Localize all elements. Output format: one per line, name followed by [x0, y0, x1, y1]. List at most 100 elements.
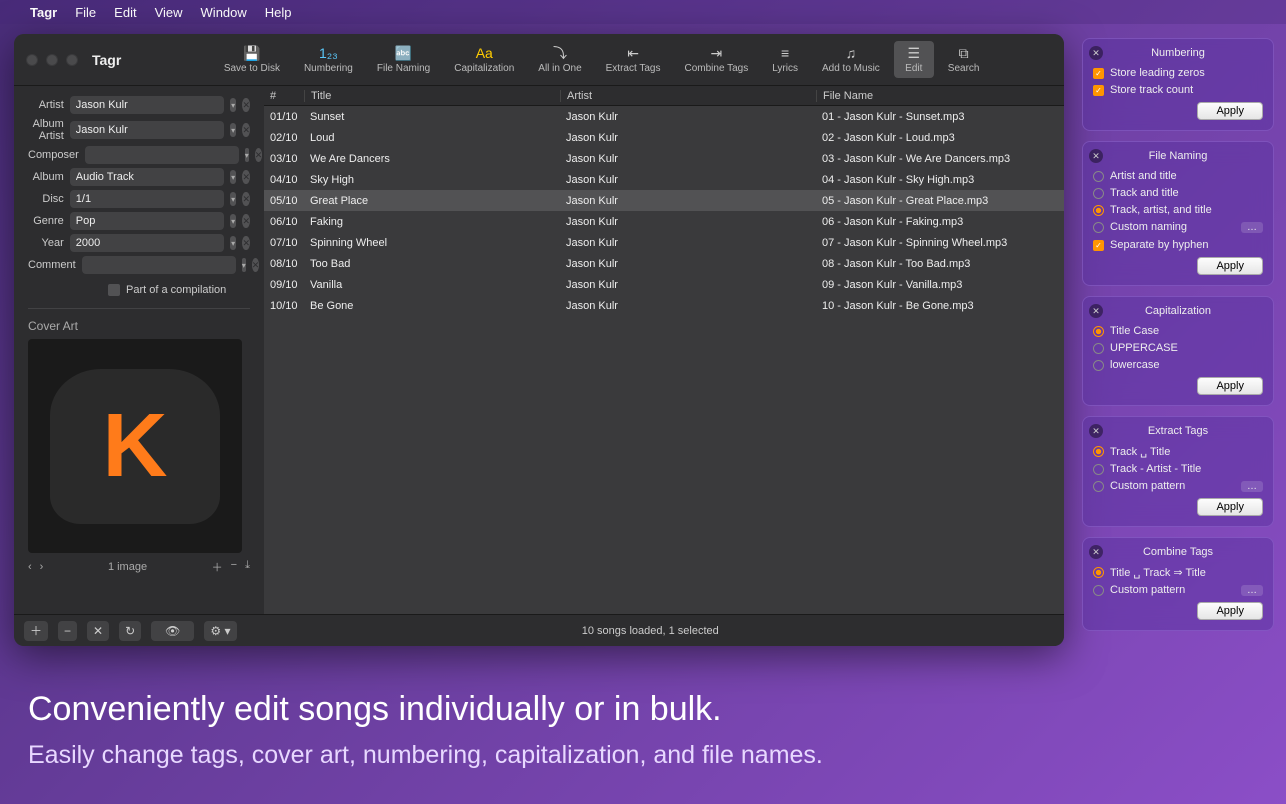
radio-icon[interactable]	[1093, 171, 1104, 182]
tool-save-to-disk[interactable]: 💾Save to Disk	[214, 41, 290, 78]
comment-input[interactable]	[82, 256, 236, 274]
dropdown-icon[interactable]: ▾	[242, 258, 246, 272]
clear-icon[interactable]: ✕	[242, 170, 250, 184]
panel-close-icon[interactable]: ✕	[1089, 424, 1103, 438]
check-row[interactable]: ✓Store leading zeros	[1093, 67, 1263, 79]
radio-icon[interactable]	[1093, 360, 1104, 371]
table-row[interactable]: 02/10 Loud Jason Kulr 02 - Jason Kulr - …	[264, 127, 1064, 148]
cover-export-icon[interactable]: ⤓	[245, 559, 250, 575]
radio-row[interactable]: Title Case	[1093, 325, 1263, 337]
disc-input[interactable]	[70, 190, 224, 208]
menu-file[interactable]: File	[75, 5, 96, 20]
dropdown-icon[interactable]: ▾	[230, 170, 237, 184]
menu-view[interactable]: View	[155, 5, 183, 20]
cover-add-icon[interactable]: ＋	[212, 559, 223, 575]
table-row[interactable]: 04/10 Sky High Jason Kulr 04 - Jason Kul…	[264, 169, 1064, 190]
dropdown-icon[interactable]: ▾	[230, 192, 237, 206]
radio-icon[interactable]	[1093, 326, 1104, 337]
tool-search[interactable]: ⧉Search	[938, 41, 990, 78]
custom-button[interactable]: …	[1241, 585, 1263, 596]
tool-extract-tags[interactable]: ⇤Extract Tags	[596, 41, 671, 78]
custom-button[interactable]: …	[1241, 481, 1263, 492]
menu-window[interactable]: Window	[201, 5, 247, 20]
album-input[interactable]	[70, 168, 224, 186]
add-files-button[interactable]: ＋	[24, 621, 48, 641]
table-row[interactable]: 03/10 We Are Dancers Jason Kulr 03 - Jas…	[264, 148, 1064, 169]
remove-files-button[interactable]: −	[58, 621, 77, 641]
clear-icon[interactable]: ✕	[252, 258, 260, 272]
checkbox-icon[interactable]: ✓	[1093, 85, 1104, 96]
artist-input[interactable]	[70, 96, 224, 114]
custom-button[interactable]: …	[1241, 222, 1263, 233]
tool-numbering[interactable]: 1₂₃Numbering	[294, 41, 363, 78]
apply-button[interactable]: Apply	[1197, 498, 1263, 516]
menu-help[interactable]: Help	[265, 5, 292, 20]
panel-close-icon[interactable]: ✕	[1089, 149, 1103, 163]
tool-add-to-music[interactable]: ♫Add to Music	[812, 41, 890, 78]
radio-row[interactable]: Track, artist, and title	[1093, 204, 1263, 216]
radio-icon[interactable]	[1093, 464, 1104, 475]
quicklook-button[interactable]: 👁	[151, 621, 194, 641]
table-row[interactable]: 07/10 Spinning Wheel Jason Kulr 07 - Jas…	[264, 232, 1064, 253]
col-artist[interactable]: Artist	[560, 90, 816, 102]
col-number[interactable]: #	[264, 90, 304, 102]
clear-icon[interactable]: ✕	[242, 214, 250, 228]
radio-icon[interactable]	[1093, 188, 1104, 199]
clear-icon[interactable]: ✕	[242, 98, 250, 112]
clear-icon[interactable]: ✕	[242, 236, 250, 250]
dropdown-icon[interactable]: ▾	[230, 98, 237, 112]
apply-button[interactable]: Apply	[1197, 102, 1263, 120]
albumArtist-input[interactable]	[70, 121, 224, 139]
apply-button[interactable]: Apply	[1197, 602, 1263, 620]
cover-next-icon[interactable]: ›	[40, 561, 44, 573]
apply-button[interactable]: Apply	[1197, 377, 1263, 395]
compilation-row[interactable]: Part of a compilation	[108, 284, 250, 296]
tool-all-in-one[interactable]: ⤵All in One	[528, 41, 591, 78]
year-input[interactable]	[70, 234, 224, 252]
tool-edit[interactable]: ☰Edit	[894, 41, 934, 78]
close-window-button[interactable]	[26, 54, 38, 66]
table-row[interactable]: 05/10 Great Place Jason Kulr 05 - Jason …	[264, 190, 1064, 211]
radio-icon[interactable]	[1093, 205, 1104, 216]
table-row[interactable]: 08/10 Too Bad Jason Kulr 08 - Jason Kulr…	[264, 253, 1064, 274]
zoom-window-button[interactable]	[66, 54, 78, 66]
panel-close-icon[interactable]: ✕	[1089, 46, 1103, 60]
clear-icon[interactable]: ✕	[255, 148, 263, 162]
radio-row[interactable]: Custom naming…	[1093, 221, 1263, 233]
panel-close-icon[interactable]: ✕	[1089, 545, 1103, 559]
reload-button[interactable]: ↻	[119, 621, 141, 641]
cover-art-image[interactable]: K	[28, 339, 242, 553]
dropdown-icon[interactable]: ▾	[230, 123, 237, 137]
col-title[interactable]: Title	[304, 90, 560, 102]
composer-input[interactable]	[85, 146, 239, 164]
radio-row[interactable]: Artist and title	[1093, 170, 1263, 182]
sep-row[interactable]: ✓Separate by hyphen	[1093, 239, 1263, 251]
radio-icon[interactable]	[1093, 222, 1104, 233]
radio-icon[interactable]	[1093, 567, 1104, 578]
radio-icon[interactable]	[1093, 343, 1104, 354]
menu-app[interactable]: Tagr	[30, 5, 57, 20]
radio-row[interactable]: Custom pattern…	[1093, 584, 1263, 596]
minimize-window-button[interactable]	[46, 54, 58, 66]
dropdown-icon[interactable]: ▾	[245, 148, 249, 162]
menu-edit[interactable]: Edit	[114, 5, 136, 20]
tool-combine-tags[interactable]: ⇥Combine Tags	[674, 41, 758, 78]
tool-file-naming[interactable]: 🔤File Naming	[367, 41, 440, 78]
check-row[interactable]: ✓Store track count	[1093, 84, 1263, 96]
apply-button[interactable]: Apply	[1197, 257, 1263, 275]
radio-icon[interactable]	[1093, 481, 1104, 492]
radio-row[interactable]: Track - Artist - Title	[1093, 463, 1263, 475]
table-row[interactable]: 01/10 Sunset Jason Kulr 01 - Jason Kulr …	[264, 106, 1064, 127]
checkbox-icon[interactable]: ✓	[1093, 68, 1104, 79]
delete-button[interactable]: ✕	[87, 621, 109, 641]
clear-icon[interactable]: ✕	[242, 192, 250, 206]
settings-button[interactable]: ⚙ ▾	[204, 621, 236, 641]
compilation-checkbox[interactable]	[108, 284, 120, 296]
table-row[interactable]: 10/10 Be Gone Jason Kulr 10 - Jason Kulr…	[264, 295, 1064, 316]
clear-icon[interactable]: ✕	[242, 123, 250, 137]
radio-row[interactable]: Title ␣ Track ⇒ Title	[1093, 566, 1263, 579]
genre-input[interactable]	[70, 212, 224, 230]
radio-row[interactable]: Custom pattern…	[1093, 480, 1263, 492]
dropdown-icon[interactable]: ▾	[230, 236, 237, 250]
tool-capitalization[interactable]: AaCapitalization	[444, 41, 524, 78]
